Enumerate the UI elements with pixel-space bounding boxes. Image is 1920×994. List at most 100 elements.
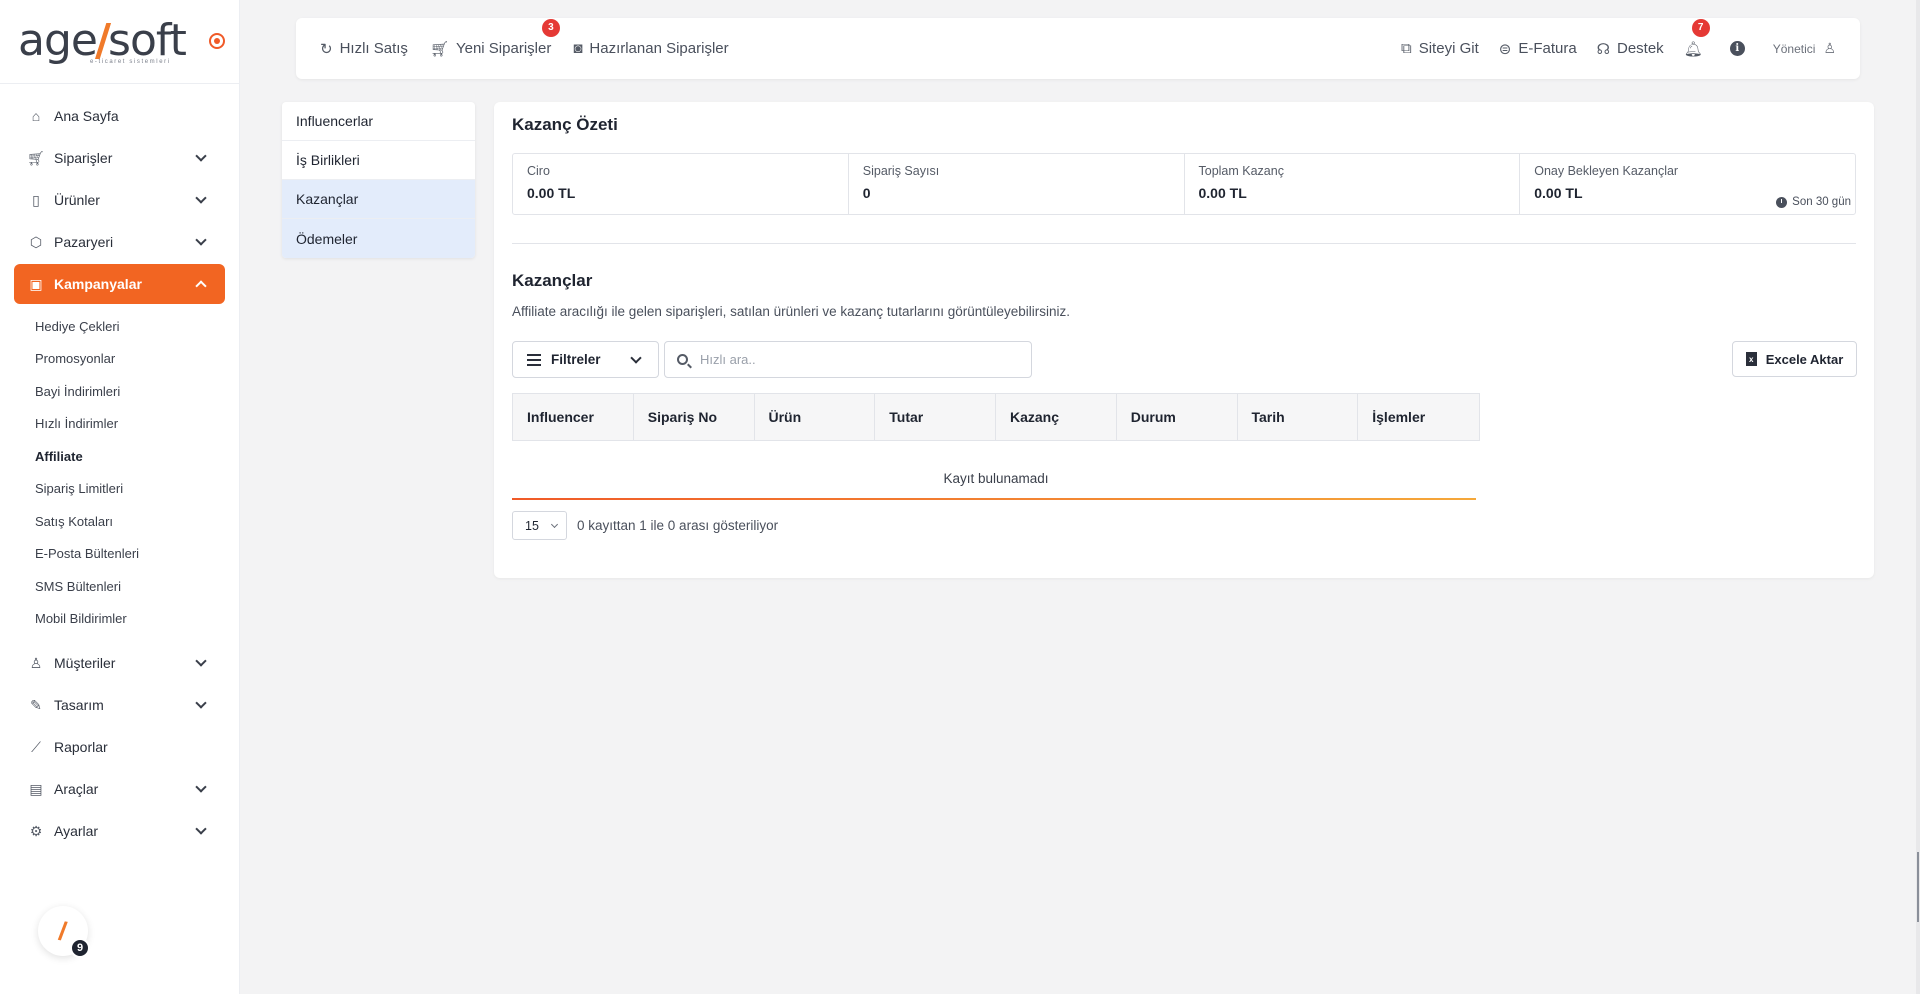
- assistant-badge: 9: [70, 938, 90, 958]
- go-site-link[interactable]: ⧉ Siteyi Git: [1401, 40, 1479, 57]
- user-icon: ♙: [1823, 40, 1836, 56]
- subnav-is-birlikleri[interactable]: İş Birlikleri: [282, 141, 475, 180]
- export-excel-button[interactable]: x Excele Aktar: [1732, 341, 1857, 377]
- submenu-item-affiliate[interactable]: Affiliate: [0, 440, 239, 473]
- stat-label: Ciro: [527, 164, 550, 178]
- topbar-right: ⧉ Siteyi Git ⊜ E-Fatura ☊ Destek 🔔︎ 7 i …: [1401, 18, 1836, 58]
- empty-state: Kayıt bulunamadı: [943, 471, 1049, 486]
- scrollbar[interactable]: [1916, 0, 1920, 994]
- submenu-item-eposta-bultenleri[interactable]: E-Posta Bültenleri: [0, 538, 239, 571]
- sidebar-item-urunler[interactable]: ▯ Ürünler: [14, 180, 225, 220]
- submenu-item-promosyonlar[interactable]: Promosyonlar: [0, 343, 239, 376]
- chevron-down-icon: [195, 150, 207, 162]
- period-note: Son 30 gün: [1776, 196, 1851, 208]
- stat-label: Toplam Kazanç: [1198, 164, 1284, 178]
- notifications-button[interactable]: 🔔︎ 7: [1684, 18, 1710, 58]
- pagination: 15 0 kayıttan 1 ile 0 arası gösteriliyor: [512, 511, 778, 540]
- prepared-orders-link[interactable]: ◙ Hazırlanan Siparişler: [573, 40, 728, 57]
- empty-underline: [512, 498, 1476, 500]
- sidebar-item-label: Tasarım: [54, 697, 104, 713]
- submenu-item-bayi-indirimleri[interactable]: Bayi İndirimleri: [0, 375, 239, 408]
- subnav-odemeler[interactable]: Ödemeler: [282, 219, 475, 258]
- submenu-item-sms-bultenleri[interactable]: SMS Bültenleri: [0, 570, 239, 603]
- sidebar-item-musteriler[interactable]: ♙ Müşteriler: [14, 643, 225, 683]
- table-header: Influencer Sipariş No Ürün Tutar Kazanç …: [512, 393, 1480, 441]
- stat-value: 0: [862, 185, 871, 201]
- stat-label: Sipariş Sayısı: [862, 164, 940, 178]
- chevron-down-icon: [630, 352, 642, 364]
- pagination-info: 0 kayıttan 1 ile 0 arası gösteriliyor: [577, 518, 779, 533]
- sidebar-item-label: Araçlar: [54, 781, 99, 797]
- earnings-description: Affiliate aracılığı ile gelen siparişler…: [512, 304, 1071, 319]
- stat-ciro: Ciro 0.00 TL: [513, 154, 849, 214]
- search-input[interactable]: [700, 352, 1020, 367]
- chevron-down-icon: [195, 192, 207, 204]
- logo-text-left: age: [18, 14, 98, 66]
- sidebar-item-raporlar[interactable]: ⟋ Raporlar: [14, 727, 225, 767]
- earnings-card: Kazanç Özeti Ciro 0.00 TL Sipariş Sayısı…: [494, 102, 1874, 578]
- column-header[interactable]: Tarih: [1238, 394, 1359, 440]
- logo[interactable]: age/soft e-ticaret sistemleri: [18, 18, 187, 65]
- column-header[interactable]: Influencer: [513, 394, 634, 440]
- submenu-item-satis-kotalari[interactable]: Satış Kotaları: [0, 505, 239, 538]
- pencil-icon: ✎: [30, 696, 42, 713]
- submenu-item-mobil-bildirimler[interactable]: Mobil Bildirimler: [0, 603, 239, 636]
- sidebar-item-label: Müşteriler: [54, 655, 116, 671]
- column-header[interactable]: Durum: [1117, 394, 1238, 440]
- chevron-down-icon: [195, 781, 207, 793]
- assistant-bubble[interactable]: / 9: [38, 906, 90, 958]
- subnav-kazanclar[interactable]: Kazançlar: [282, 180, 475, 219]
- new-orders-label: Yeni Siparişler: [455, 40, 552, 57]
- brand-slash-icon: /: [56, 915, 70, 946]
- prepared-orders-label: Hazırlanan Siparişler: [589, 40, 729, 57]
- submenu-item-siparis-limitleri[interactable]: Sipariş Limitleri: [0, 473, 239, 506]
- sidebar-item-kampanyalar[interactable]: ▣ Kampanyalar: [14, 264, 225, 304]
- earnings-table: Influencer Sipariş No Ürün Tutar Kazanç …: [512, 393, 1480, 499]
- logo-area: age/soft e-ticaret sistemleri: [0, 0, 239, 84]
- cart-icon: 🛒︎: [429, 40, 449, 58]
- einvoice-link[interactable]: ⊜ E-Fatura: [1499, 40, 1577, 58]
- column-header[interactable]: Ürün: [755, 394, 876, 440]
- page-size-select[interactable]: 15: [512, 511, 567, 540]
- column-header[interactable]: Sipariş No: [634, 394, 755, 440]
- submenu-item-hizli-indirimler[interactable]: Hızlı İndirimler: [0, 408, 239, 441]
- info-icon[interactable]: i: [1729, 41, 1745, 56]
- sidebar-item-label: Ayarlar: [54, 823, 99, 839]
- support-label: Destek: [1617, 40, 1664, 57]
- target-icon[interactable]: [209, 33, 225, 49]
- kampanyalar-submenu: Hediye Çekleri Promosyonlar Bayi İndirim…: [0, 306, 239, 641]
- divider: [512, 243, 1856, 244]
- chevron-down-icon: [195, 697, 207, 709]
- new-orders-link[interactable]: 🛒︎ Yeni Siparişler 3: [429, 18, 560, 58]
- einvoice-label: E-Fatura: [1518, 40, 1577, 57]
- sidebar-item-tasarim[interactable]: ✎ Tasarım: [14, 685, 225, 725]
- sidebar-item-ana-sayfa[interactable]: ⌂ Ana Sayfa: [14, 96, 225, 136]
- sidebar-item-araclar[interactable]: ▤ Araçlar: [14, 769, 225, 809]
- submenu-item-hediye-cekleri[interactable]: Hediye Çekleri: [0, 310, 239, 343]
- user-menu[interactable]: Yönetici ♙: [1773, 40, 1836, 57]
- logo-subtitle: e-ticaret sistemleri: [90, 58, 171, 65]
- affiliate-subnav: Influencerlar İş Birlikleri Kazançlar Öd…: [282, 102, 475, 258]
- sidebar-item-pazaryeri[interactable]: ⬡ Pazaryeri: [14, 222, 225, 262]
- sidebar-item-ayarlar[interactable]: ⚙ Ayarlar: [14, 811, 225, 851]
- stat-value: 0.00 TL: [527, 185, 576, 201]
- sidebar-item-siparisler[interactable]: 🛒︎ Siparişler: [14, 138, 225, 178]
- chevron-up-icon: [195, 280, 207, 292]
- sidebar-item-label: Ana Sayfa: [54, 108, 119, 124]
- stat-siparis-sayisi: Sipariş Sayısı 0: [849, 154, 1185, 214]
- gear-icon: ⚙: [29, 822, 43, 839]
- support-link[interactable]: ☊ Destek: [1597, 40, 1664, 58]
- user-name: Yönetici: [1772, 41, 1816, 56]
- filters-button[interactable]: Filtreler: [512, 341, 659, 378]
- home-icon: ⌂: [31, 108, 41, 124]
- chevron-down-icon: [195, 823, 207, 835]
- quick-sale-link[interactable]: ↻ Hızlı Satış: [320, 40, 408, 58]
- earnings-title: Kazançlar: [512, 271, 593, 290]
- headset-icon: ☊: [1596, 40, 1610, 58]
- invoice-icon: ⊜: [1498, 40, 1512, 58]
- column-header[interactable]: Tutar: [875, 394, 996, 440]
- sidebar: age/soft e-ticaret sistemleri ⌂ Ana Sayf…: [0, 0, 240, 994]
- column-header[interactable]: Kazanç: [996, 394, 1117, 440]
- subnav-influencerlar[interactable]: Influencerlar: [282, 102, 475, 141]
- stat-toplam-kazanc: Toplam Kazanç 0.00 TL: [1185, 154, 1521, 214]
